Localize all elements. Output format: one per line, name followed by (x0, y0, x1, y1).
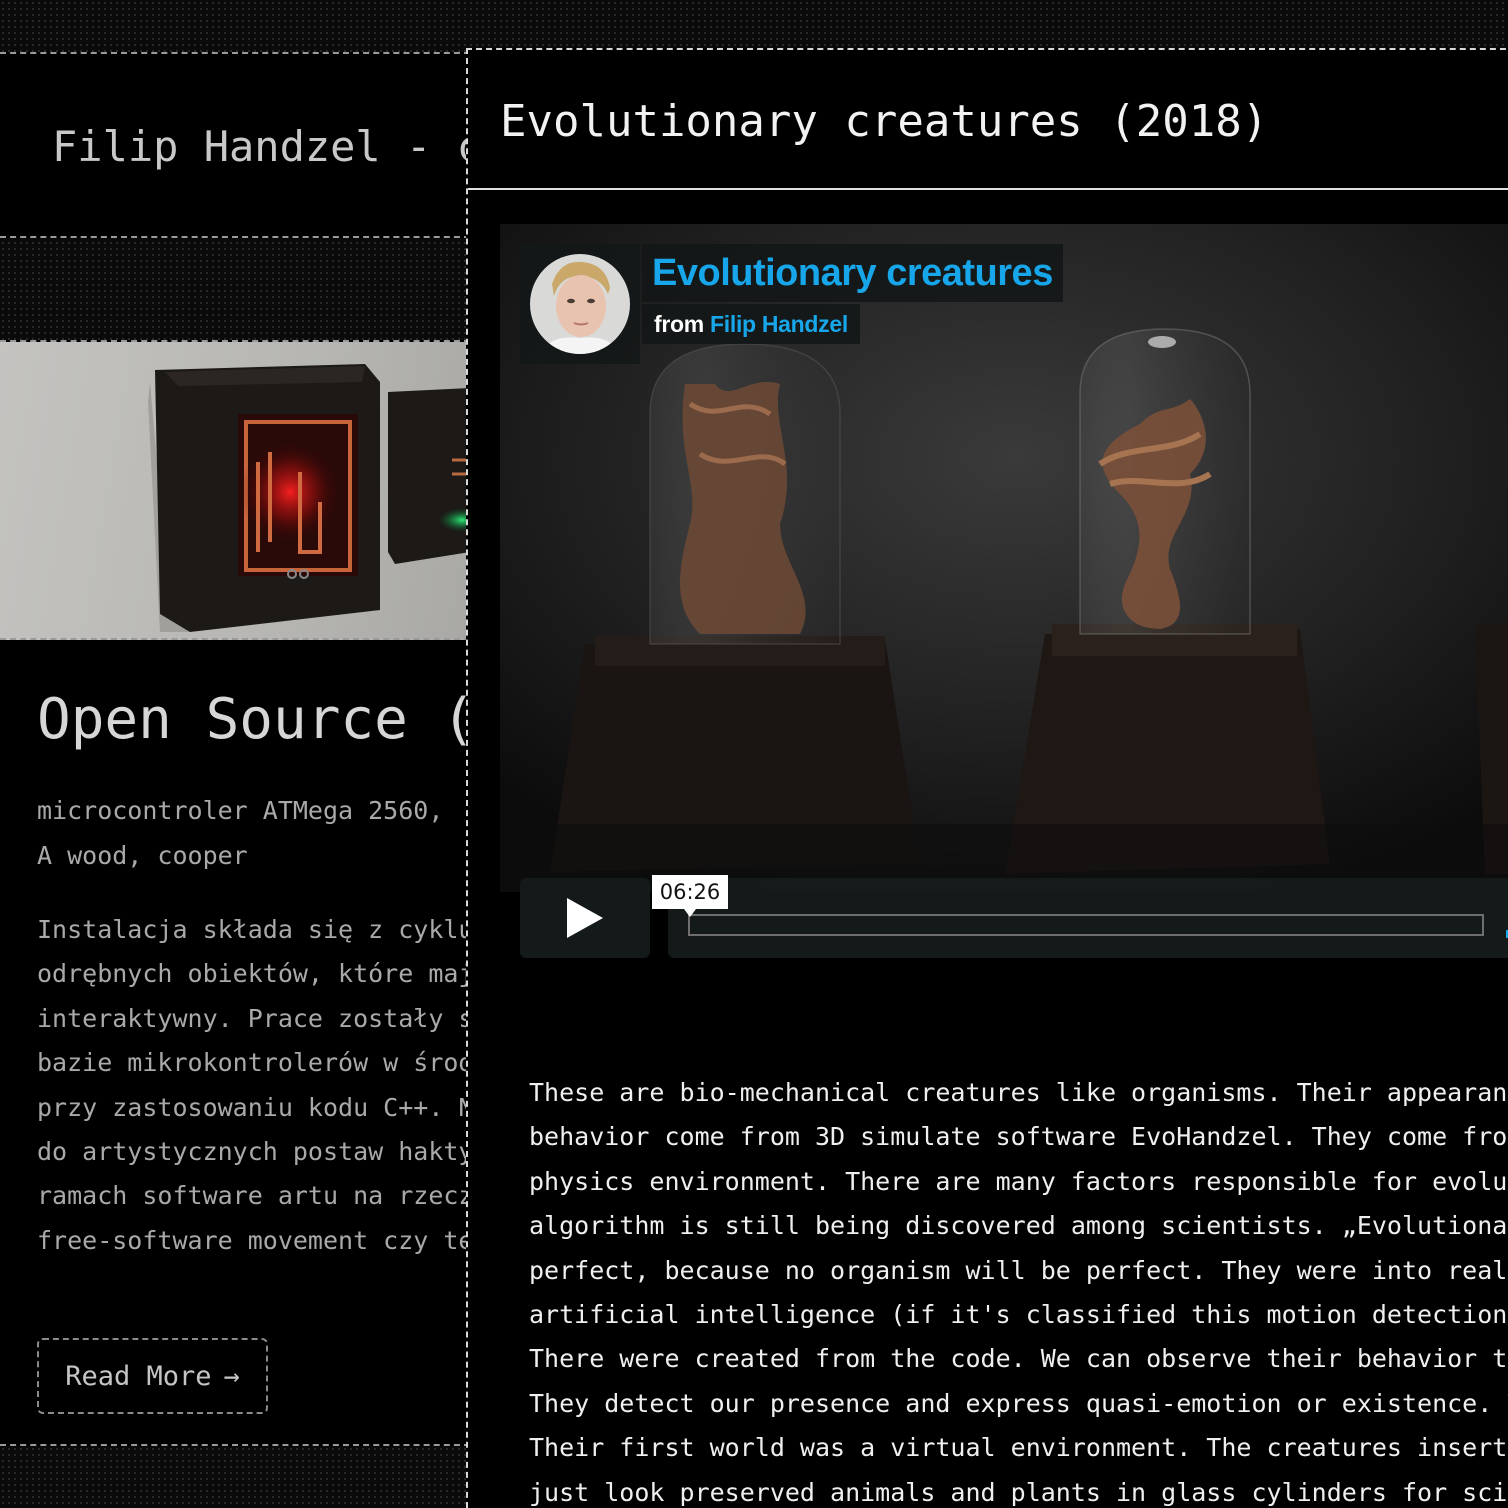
description-line: odrębnych obiektów, które maj (37, 959, 474, 989)
description-line: ramach software artu na rzecz (37, 1181, 474, 1211)
body-line: behavior come from 3D simulate software … (529, 1122, 1508, 1152)
installation-photo (148, 364, 470, 632)
arrow-right-icon: → (223, 1360, 240, 1392)
duration-tooltip: 06:26 (652, 875, 728, 917)
project-card: Open Source (2 microcontroler ATMega 256… (0, 340, 509, 1446)
video-byline: from Filip Handzel (642, 304, 860, 344)
play-button[interactable] (520, 878, 650, 958)
video-player[interactable]: Evolutionary creatures from Filip Handze… (500, 224, 1508, 892)
body-line: just look preserved animals and plants i… (529, 1477, 1508, 1507)
card-materials: microcontroler ATMega 2560, A wood, coop… (37, 796, 444, 870)
modal-divider (468, 188, 1508, 190)
site-title[interactable]: Filip Handzel - c (52, 122, 482, 171)
byline-prefix: from (654, 311, 704, 337)
body-line: These are bio-mechanical creatures like … (529, 1078, 1508, 1107)
site-header: Filip Handzel - c (0, 52, 482, 238)
author-link[interactable]: Filip Handzel (710, 311, 848, 337)
body-line: Their first world was a virtual environm… (529, 1433, 1508, 1463)
progress-track[interactable] (688, 914, 1484, 936)
card-title[interactable]: Open Source (2 (37, 687, 509, 752)
body-line: perfect, because no organism will be per… (529, 1255, 1508, 1285)
body-line: There were created from the code. We can… (529, 1344, 1508, 1374)
progress-bar[interactable] (668, 878, 1508, 958)
project-modal: Evolutionary creatures (2018) Evolutiona… (466, 48, 1508, 1508)
description-line: do artystycznych postaw hakty (37, 1137, 474, 1167)
modal-title: Evolutionary creatures (2018) (500, 96, 1269, 147)
body-line: physics environment. There are many fact… (529, 1166, 1508, 1196)
description-line: bazie mikrokontrolerów w środ (37, 1048, 474, 1078)
body-line: artificial intelligence (if it's classif… (529, 1300, 1508, 1330)
avatar[interactable] (520, 244, 640, 364)
body-line: They detect our presence and express qua… (529, 1388, 1508, 1418)
body-line: algorithm is still being discovered amon… (529, 1211, 1508, 1241)
description-line: przy zastosowaniu kodu C++. N (37, 1092, 474, 1122)
play-icon (567, 898, 603, 938)
video-title[interactable]: Evolutionary creatures (642, 244, 1063, 302)
description-line: interaktywny. Prace zostały s (37, 1003, 474, 1033)
read-more-button[interactable]: Read More → (37, 1338, 268, 1414)
author-portrait (530, 254, 630, 354)
description-line: Instalacja składa się z cyklu (37, 915, 474, 944)
read-more-label: Read More (65, 1360, 212, 1392)
description-line: free-software movement czy te (37, 1225, 474, 1255)
project-image[interactable] (0, 342, 470, 640)
modal-description: These are bio-mechanical creatures like … (529, 1071, 1508, 1508)
card-description: Instalacja składa się z cyklu odrębnych … (37, 908, 474, 1263)
